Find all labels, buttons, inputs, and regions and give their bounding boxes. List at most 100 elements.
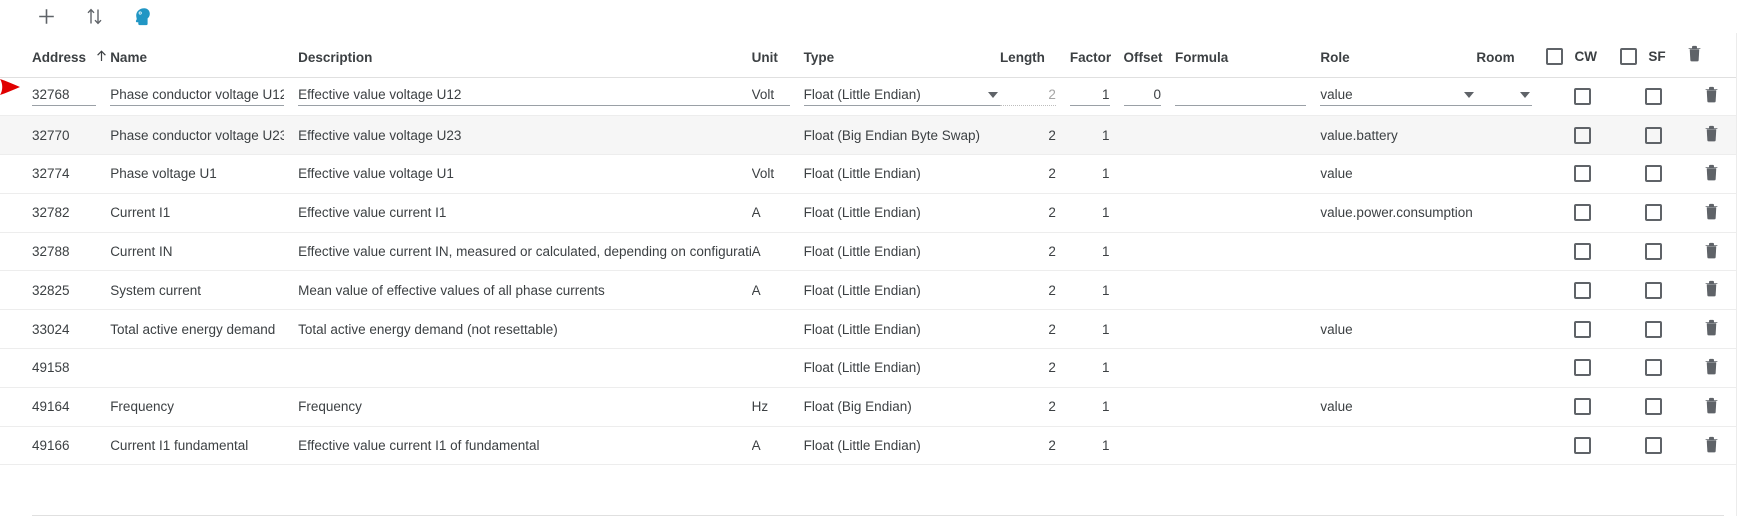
cell-description[interactable]: Mean value of effective values of all ph… (284, 270, 752, 311)
cw-checkbox[interactable] (1574, 437, 1592, 455)
cell-description[interactable]: Effective value voltage U23 (284, 115, 752, 156)
column-header-length[interactable]: Length (999, 33, 1056, 78)
table-row[interactable]: 32770 Phase conductor voltage U23 Effectiv… (0, 115, 1736, 156)
sf-checkbox[interactable] (1644, 320, 1662, 338)
cell-length[interactable]: 2 (999, 270, 1056, 311)
cell-sf[interactable] (1619, 270, 1687, 311)
cell-length[interactable]: 2 (999, 387, 1056, 427)
cell-delete[interactable] (1686, 154, 1736, 194)
cell-offset[interactable] (1109, 309, 1161, 350)
cell-delete[interactable] (1686, 232, 1736, 272)
cell-role[interactable] (1306, 348, 1477, 388)
cell-factor[interactable]: 1 (1055, 309, 1110, 350)
cell-address[interactable]: 49164 (0, 387, 97, 427)
cell-description[interactable]: Total active energy demand (not resettab… (284, 309, 752, 350)
cell-type[interactable]: Float (Little Endian) (789, 309, 1000, 350)
cell-offset[interactable] (1109, 193, 1161, 233)
sf-checkbox[interactable] (1644, 204, 1662, 222)
cell-offset[interactable] (1109, 348, 1161, 388)
delete-row-icon[interactable] (1704, 319, 1719, 339)
cell-formula[interactable] (1161, 115, 1307, 156)
cell-room[interactable] (1476, 154, 1546, 194)
vertical-scrollbar[interactable] (1736, 33, 1747, 516)
column-header-unit[interactable]: Unit (751, 33, 790, 78)
sf-checkbox[interactable] (1644, 87, 1662, 105)
table-row[interactable]: 49164 Frequency Frequency Hz Float (Big Endi… (0, 387, 1736, 427)
cell-offset-input[interactable] (1123, 86, 1161, 107)
cell-role[interactable]: value (1306, 387, 1477, 427)
cell-offset[interactable] (1109, 426, 1161, 466)
cell-length[interactable]: 2 (999, 309, 1056, 350)
cell-role[interactable]: value.power.consumption (1306, 193, 1477, 233)
sf-checkbox[interactable] (1644, 165, 1662, 183)
cell-formula[interactable] (1161, 426, 1307, 466)
cell-role-select[interactable]: value (1320, 86, 1477, 107)
cell-role[interactable]: value.battery (1306, 115, 1477, 156)
cell-role[interactable] (1306, 426, 1477, 466)
cell-unit[interactable] (751, 77, 790, 117)
cell-cw[interactable] (1545, 309, 1620, 350)
column-header-formula[interactable]: Formula (1161, 33, 1307, 78)
cell-delete[interactable] (1686, 426, 1736, 466)
cell-role[interactable]: value (1306, 77, 1477, 117)
cell-address-input[interactable] (32, 86, 97, 107)
cell-description[interactable]: Frequency (284, 387, 752, 427)
cell-room[interactable] (1476, 193, 1546, 233)
cell-offset[interactable] (1109, 232, 1161, 272)
column-header-factor[interactable]: Factor (1055, 33, 1111, 78)
cell-sf[interactable] (1619, 309, 1687, 350)
cell-unit[interactable]: Volt (751, 154, 790, 194)
cell-type[interactable]: Float (Little Endian) (789, 154, 1000, 194)
table-row[interactable]: Float (Little Endian) value (0, 77, 1736, 117)
table-row[interactable]: 49166 Current I1 fundamental Effective val… (0, 426, 1736, 466)
cell-offset[interactable] (1109, 387, 1161, 427)
table-row[interactable]: 32774 Phase voltage U1 Effective value vol… (0, 154, 1736, 194)
cell-offset[interactable] (1109, 154, 1161, 194)
cell-offset[interactable] (1109, 77, 1161, 117)
cell-offset[interactable] (1109, 270, 1161, 311)
cell-factor-input[interactable] (1069, 86, 1110, 107)
cell-unit[interactable]: A (751, 270, 790, 311)
cell-type[interactable]: Float (Little Endian) (789, 232, 1000, 272)
cw-checkbox[interactable] (1574, 165, 1592, 183)
cell-type[interactable]: Float (Big Endian) (789, 387, 1000, 427)
cell-formula[interactable] (1161, 77, 1307, 117)
cell-description[interactable]: Effective value current I1 (284, 193, 752, 233)
cell-type[interactable]: Float (Little Endian) (789, 348, 1000, 388)
cell-factor[interactable]: 1 (1055, 154, 1110, 194)
ai-head-icon[interactable] (128, 3, 156, 31)
cell-type[interactable]: Float (Big Endian Byte Swap) (789, 115, 1000, 156)
cell-formula[interactable] (1161, 309, 1307, 350)
cell-formula-input[interactable] (1175, 86, 1307, 107)
cell-name-input[interactable] (110, 86, 285, 107)
cell-address[interactable] (0, 77, 97, 117)
cell-sf[interactable] (1619, 115, 1687, 156)
chevron-down-icon[interactable] (987, 92, 998, 99)
cell-unit[interactable] (751, 309, 790, 350)
cell-type[interactable]: Float (Little Endian) (789, 193, 1000, 233)
cell-address[interactable]: 32825 (0, 270, 97, 311)
cell-name[interactable]: Total active energy demand (96, 309, 285, 350)
cell-unit[interactable]: A (751, 232, 790, 272)
cell-length[interactable]: 2 (999, 193, 1056, 233)
cell-length[interactable]: 2 (999, 115, 1056, 156)
select-all-cw-checkbox[interactable] (1545, 47, 1563, 65)
column-header-type[interactable]: Type (789, 33, 1000, 78)
cell-factor[interactable]: 1 (1055, 193, 1110, 233)
delete-row-icon[interactable] (1704, 125, 1719, 145)
cell-cw[interactable] (1545, 232, 1620, 272)
cell-cw[interactable] (1545, 270, 1620, 311)
cell-room[interactable] (1476, 348, 1546, 388)
cw-checkbox[interactable] (1574, 398, 1592, 416)
cell-cw[interactable] (1545, 193, 1620, 233)
cell-delete[interactable] (1686, 348, 1736, 388)
vertical-scrollbar-thumb[interactable] (1739, 33, 1746, 183)
datapoint-table-container[interactable]: Address Name Description Unit Type Lengt… (0, 33, 1736, 516)
cell-cw[interactable] (1545, 348, 1620, 388)
cell-address[interactable]: 32770 (0, 115, 97, 156)
column-header-room[interactable]: Room (1476, 33, 1546, 78)
delete-all-icon[interactable] (1687, 45, 1702, 65)
cell-delete[interactable] (1686, 309, 1736, 350)
cell-delete[interactable] (1686, 193, 1736, 233)
cw-checkbox[interactable] (1574, 243, 1592, 261)
